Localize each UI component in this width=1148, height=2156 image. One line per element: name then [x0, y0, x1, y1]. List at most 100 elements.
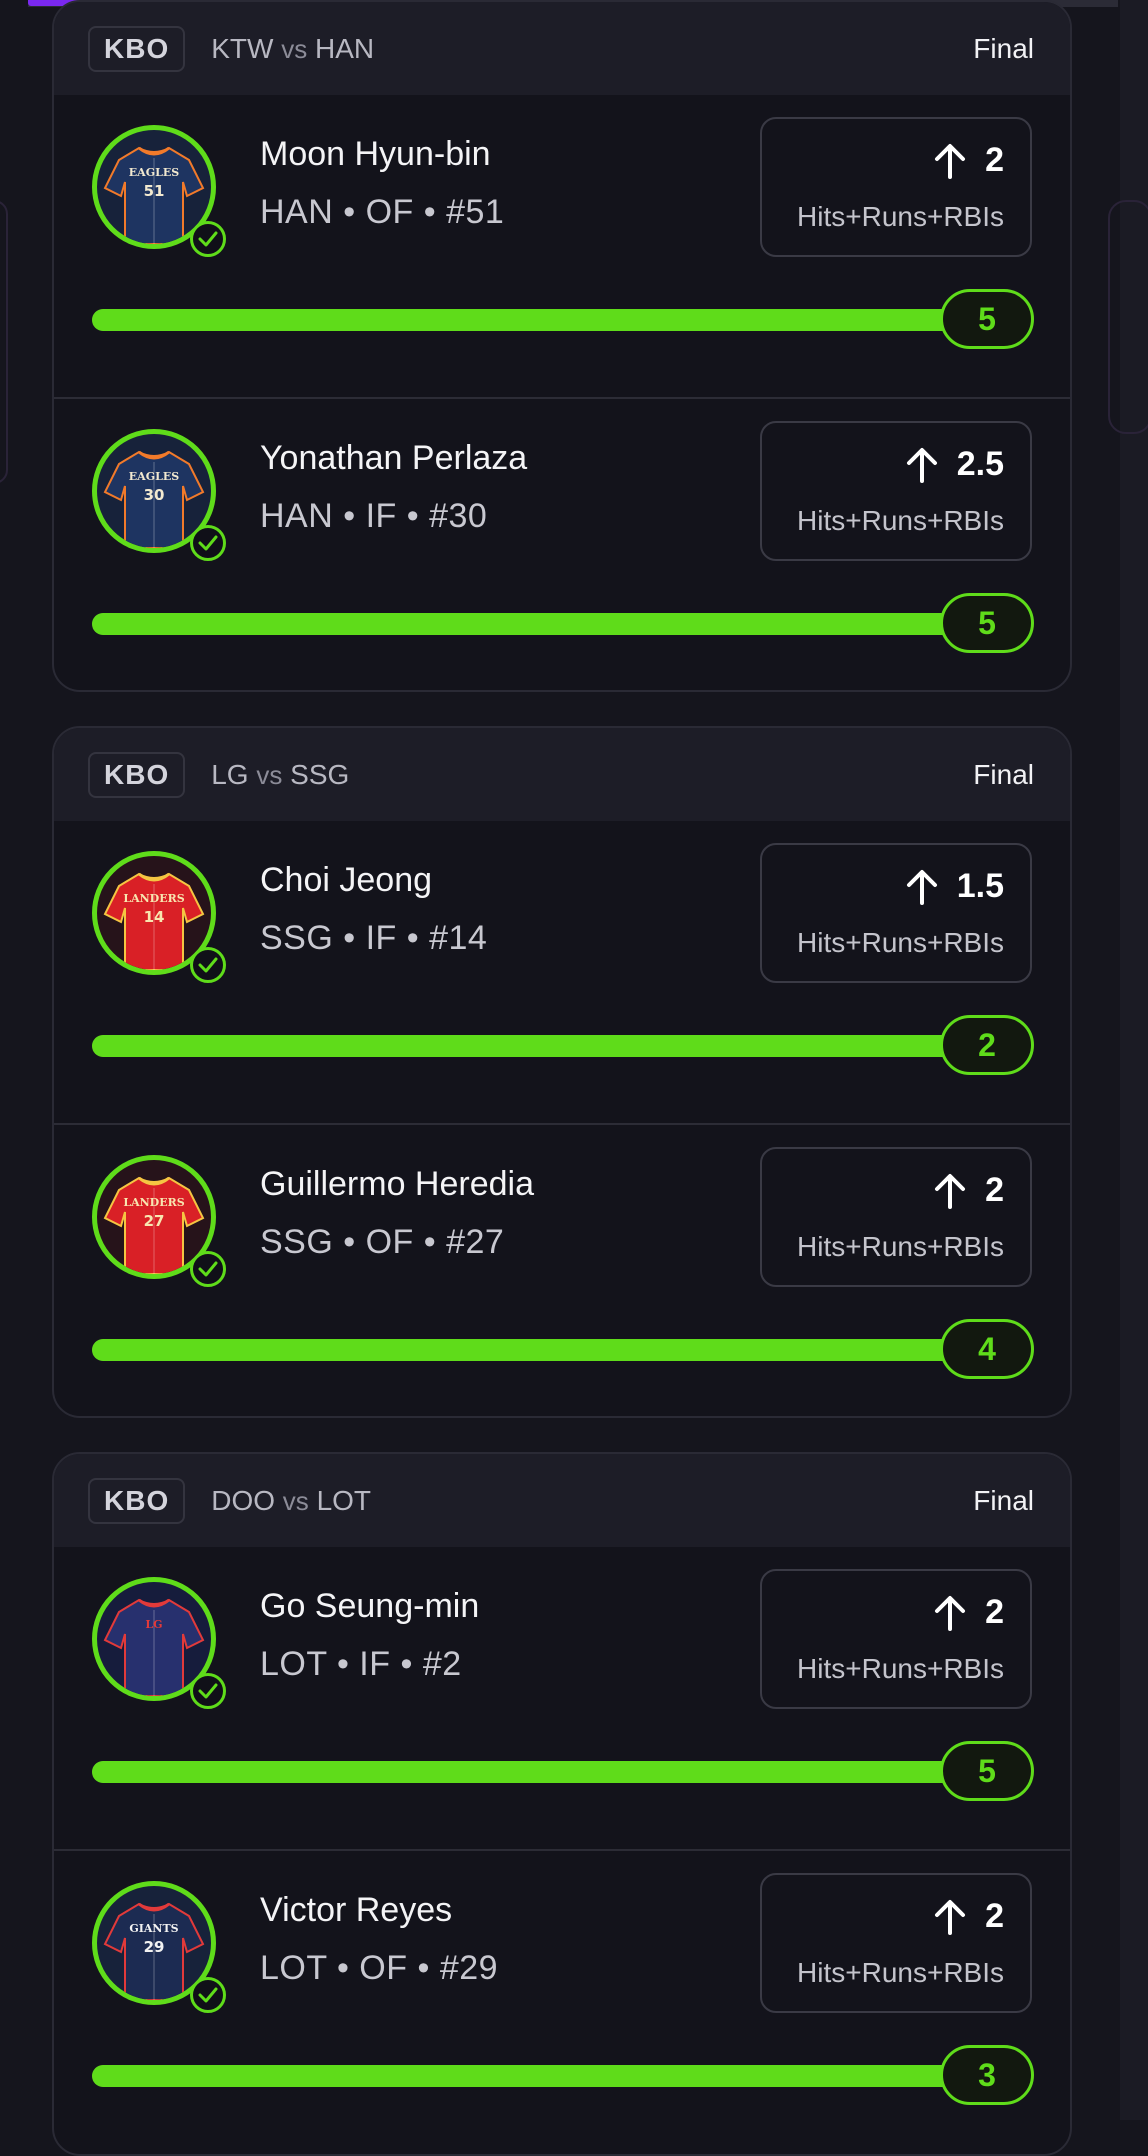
away-team: LG — [211, 758, 249, 790]
result-pill: 5 — [940, 1741, 1034, 1801]
game-header: KBO KTW vs HAN Final — [54, 2, 1070, 95]
game-status: Final — [973, 1484, 1034, 1516]
progress-track — [92, 2065, 992, 2087]
player-row-go-seung-min[interactable]: LG Go Seung-min LOT • IF • #2 2 Hits+Runs+RB… — [54, 1547, 1070, 1849]
progress-fill — [92, 613, 992, 635]
game-card-doo-lot[interactable]: KBO DOO vs LOT Final LG Go Seung-min LOT • IF… — [52, 1452, 1072, 2156]
projection-box[interactable]: 2 Hits+Runs+RBIs — [760, 1569, 1032, 1709]
projection-box[interactable]: 2 Hits+Runs+RBIs — [760, 1147, 1032, 1287]
jersey-number: 14 — [144, 908, 165, 926]
stat-type: Hits+Runs+RBIs — [797, 201, 1004, 232]
progress-fill — [92, 1761, 992, 1783]
projection-box[interactable]: 1.5 Hits+Runs+RBIs — [760, 843, 1032, 983]
vs-label: vs — [282, 1485, 309, 1516]
check-icon — [190, 1251, 226, 1287]
game-card-lg-ssg[interactable]: KBO LG vs SSG Final LANDERS 14 Choi Jeong SSG … — [52, 726, 1072, 1418]
projection-box[interactable]: 2 Hits+Runs+RBIs — [760, 1873, 1032, 2013]
player-meta: LOT • IF • #2 — [260, 1645, 462, 1683]
game-card-ktw-han[interactable]: KBO KTW vs HAN Final EAGLES 51 Moon Hyun-bin H… — [52, 0, 1072, 692]
stat-type: Hits+Runs+RBIs — [797, 927, 1004, 958]
result-progress: 5 — [92, 593, 1034, 653]
matchup: LG vs SSG — [211, 759, 349, 791]
arrow-up-icon — [935, 143, 966, 179]
player-row-yonathan-perlaza[interactable]: EAGLES 30 Yonathan Perlaza HAN • IF • #30 2.… — [54, 397, 1070, 690]
home-team: LOT — [316, 1484, 372, 1516]
home-team: HAN — [315, 32, 375, 64]
stat-type: Hits+Runs+RBIs — [797, 1653, 1004, 1684]
projection-line: 2.5 — [905, 445, 1004, 484]
result-pill: 5 — [940, 289, 1034, 349]
projection-box[interactable]: 2 Hits+Runs+RBIs — [760, 117, 1032, 257]
player-meta: SSG • OF • #27 — [260, 1223, 505, 1261]
background-fragment — [0, 200, 8, 484]
jersey-team: EAGLES — [129, 470, 179, 483]
progress-track — [92, 613, 992, 635]
player-meta: LOT • OF • #29 — [260, 1949, 499, 1987]
projection-value: 1.5 — [956, 867, 1004, 905]
progress-fill — [92, 2065, 992, 2087]
league-badge: KBO — [88, 25, 186, 72]
projection-line: 2 — [933, 1171, 1004, 1210]
game-header: KBO LG vs SSG Final — [54, 728, 1070, 821]
jersey-team: LG — [145, 1618, 162, 1631]
player-name: Moon Hyun-bin — [260, 135, 491, 173]
player-name: Yonathan Perlaza — [260, 439, 528, 477]
matchup: KTW vs HAN — [211, 33, 374, 65]
away-team: DOO — [211, 1484, 276, 1516]
vs-label: vs — [256, 759, 283, 790]
projection-line: 2 — [933, 1593, 1004, 1632]
result-pill: 2 — [940, 1015, 1034, 1075]
projection-value: 2 — [985, 1593, 1004, 1631]
arrow-up-icon — [935, 1899, 966, 1935]
projection-box[interactable]: 2.5 Hits+Runs+RBIs — [760, 421, 1032, 561]
player-row-victor-reyes[interactable]: GIANTS 29 Victor Reyes LOT • OF • #29 2 Hits+… — [54, 1849, 1070, 2153]
jersey-team: LANDERS — [123, 1196, 184, 1209]
result-pill: 3 — [940, 2045, 1034, 2105]
player-row-moon-hyun-bin[interactable]: EAGLES 51 Moon Hyun-bin HAN • OF • #51 2 Hits… — [54, 95, 1070, 397]
jersey-team: GIANTS — [129, 1922, 178, 1935]
result-progress: 5 — [92, 1741, 1034, 1801]
player-name: Guillermo Heredia — [260, 1165, 534, 1203]
progress-track — [92, 1761, 992, 1783]
jersey-team: LANDERS — [123, 892, 184, 905]
player-meta: HAN • OF • #51 — [260, 193, 505, 231]
projection-line: 1.5 — [905, 867, 1004, 906]
matchup: DOO vs LOT — [211, 1485, 371, 1517]
league-badge: KBO — [88, 751, 186, 798]
result-progress: 4 — [92, 1319, 1034, 1379]
result-progress: 3 — [92, 2045, 1034, 2105]
player-row-choi-jeong[interactable]: LANDERS 14 Choi Jeong SSG • IF • #14 1.5 Hits… — [54, 821, 1070, 1123]
stat-type: Hits+Runs+RBIs — [797, 1957, 1004, 1988]
jersey-team: EAGLES — [129, 166, 179, 179]
player-name: Victor Reyes — [260, 1891, 453, 1929]
home-team: SSG — [290, 758, 350, 790]
projection-value: 2 — [985, 1171, 1004, 1209]
projection-value: 2.5 — [956, 445, 1004, 483]
check-icon — [190, 221, 226, 257]
projection-line: 2 — [933, 1897, 1004, 1936]
jersey-number: 27 — [144, 1212, 165, 1230]
result-pill: 5 — [940, 593, 1034, 653]
player-name: Go Seung-min — [260, 1587, 480, 1625]
projection-value: 2 — [985, 1897, 1004, 1935]
check-icon — [190, 1673, 226, 1709]
game-status: Final — [973, 758, 1034, 790]
stat-type: Hits+Runs+RBIs — [797, 1231, 1004, 1262]
result-progress: 2 — [92, 1015, 1034, 1075]
projection-value: 2 — [985, 141, 1004, 179]
player-row-guillermo-heredia[interactable]: LANDERS 27 Guillermo Heredia SSG • OF • #27… — [54, 1123, 1070, 1416]
check-icon — [190, 947, 226, 983]
player-meta: SSG • IF • #14 — [260, 919, 488, 957]
game-status: Final — [973, 32, 1034, 64]
progress-fill — [92, 1035, 992, 1057]
result-pill: 4 — [940, 1319, 1034, 1379]
progress-track — [92, 1339, 992, 1361]
arrow-up-icon — [906, 447, 937, 483]
check-icon — [190, 525, 226, 561]
progress-track — [92, 309, 992, 331]
jersey-number: 29 — [144, 1938, 165, 1956]
result-progress: 5 — [92, 289, 1034, 349]
away-team: KTW — [211, 32, 274, 64]
jersey-number: 30 — [144, 486, 165, 504]
arrow-up-icon — [935, 1595, 966, 1631]
